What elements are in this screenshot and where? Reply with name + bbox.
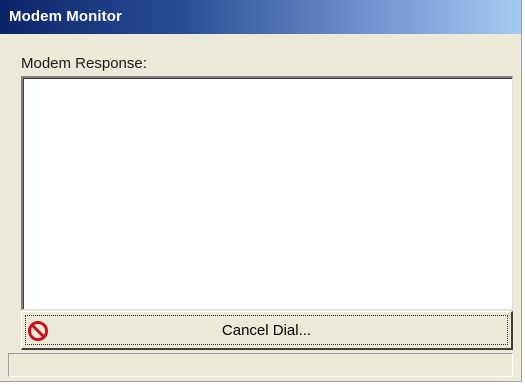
cancel-dial-button[interactable]: Cancel Dial... xyxy=(21,311,513,350)
status-bar xyxy=(8,353,513,377)
window-title: Modem Monitor xyxy=(9,8,122,25)
cancel-dial-label: Cancel Dial... xyxy=(221,322,312,339)
modem-response-label: Modem Response: xyxy=(21,55,147,72)
modem-response-textbox[interactable] xyxy=(21,76,513,310)
title-bar[interactable]: Modem Monitor xyxy=(0,0,521,34)
modem-monitor-window: Modem Monitor Modem Response: Cancel Dia… xyxy=(0,0,522,382)
